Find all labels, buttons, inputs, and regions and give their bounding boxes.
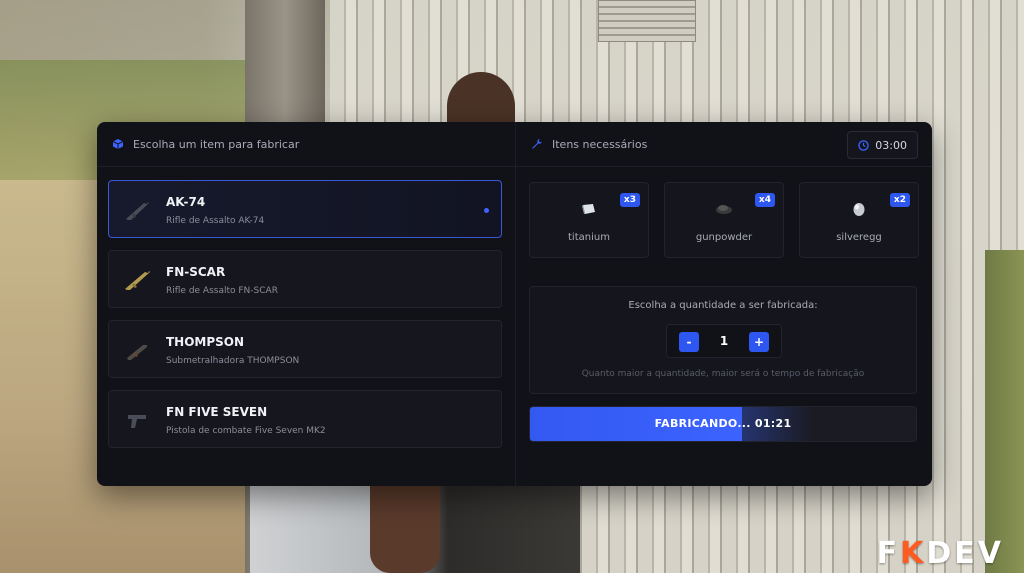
- item-list: AK-74 Rifle de Assalto AK-74 FN-SCAR Rif…: [108, 180, 502, 460]
- item-card-fn-scar[interactable]: FN-SCAR Rifle de Assalto FN-SCAR: [108, 250, 502, 308]
- background-character-arm: [370, 486, 440, 573]
- required-item-amount: x3: [619, 193, 640, 207]
- item-selection-column: Escolha um item para fabricar AK-74 Rifl…: [97, 122, 516, 486]
- crafting-progress-bar: FABRICANDO... 01:21: [529, 406, 917, 442]
- cube-icon: [111, 137, 125, 151]
- requirements-column: Itens necessários 03:00 titanium x3 gunp…: [516, 122, 932, 486]
- item-name: AK-74: [166, 195, 206, 209]
- item-name: THOMPSON: [166, 335, 245, 349]
- quantity-stepper: - 1 +: [666, 324, 782, 358]
- required-item-label: titanium: [568, 232, 610, 243]
- item-selection-title: Escolha um item para fabricar: [133, 137, 300, 151]
- item-description: Pistola de combate Five Seven MK2: [166, 426, 326, 436]
- required-item-amount: x4: [754, 193, 775, 207]
- quantity-section: Escolha a quantidade a ser fabricada: - …: [529, 286, 917, 394]
- crafting-timer: 03:00: [847, 131, 918, 159]
- item-card-ak74[interactable]: AK-74 Rifle de Assalto AK-74: [108, 180, 502, 238]
- item-description: Submetralhadora THOMPSON: [166, 356, 300, 366]
- smg-icon: [121, 334, 153, 366]
- clock-icon: [858, 139, 870, 151]
- item-description: Rifle de Assalto AK-74: [166, 216, 265, 226]
- required-item-silveregg: silveregg x2: [799, 182, 919, 258]
- background-vent: [598, 0, 696, 42]
- progress-text: FABRICANDO... 01:21: [654, 417, 792, 430]
- background-pole: [985, 250, 1024, 573]
- selected-indicator: [484, 208, 489, 213]
- requirements-title: Itens necessários: [552, 137, 648, 151]
- required-item-label: silveregg: [836, 232, 882, 243]
- required-item-titanium: titanium x3: [529, 182, 649, 258]
- quantity-title: Escolha a quantidade a ser fabricada:: [628, 300, 818, 311]
- increase-quantity-button[interactable]: +: [749, 332, 769, 352]
- pistol-icon: [121, 404, 153, 436]
- required-item-label: gunpowder: [695, 232, 753, 243]
- quantity-hint: Quanto maior a quantidade, maior será o …: [581, 369, 865, 379]
- item-name: FN FIVE SEVEN: [166, 405, 268, 419]
- required-item-amount: x2: [889, 193, 910, 207]
- wrench-icon: [530, 137, 544, 151]
- item-card-thompson[interactable]: THOMPSON Submetralhadora THOMPSON: [108, 320, 502, 378]
- item-description: Rifle de Assalto FN-SCAR: [166, 286, 278, 296]
- item-selection-header: Escolha um item para fabricar: [97, 122, 515, 167]
- timer-value: 03:00: [875, 138, 907, 152]
- required-item-gunpowder: gunpowder x4: [664, 182, 784, 258]
- rifle-icon: [121, 264, 153, 296]
- item-card-fn-five-seven[interactable]: FN FIVE SEVEN Pistola de combate Five Se…: [108, 390, 502, 448]
- crafting-panel: Escolha um item para fabricar AK-74 Rifl…: [97, 122, 932, 486]
- rifle-icon: [121, 194, 153, 226]
- item-name: FN-SCAR: [166, 265, 226, 279]
- required-items: titanium x3 gunpowder x4 silveregg x2: [529, 182, 919, 258]
- fkdev-logo: FKDEV: [876, 536, 1004, 571]
